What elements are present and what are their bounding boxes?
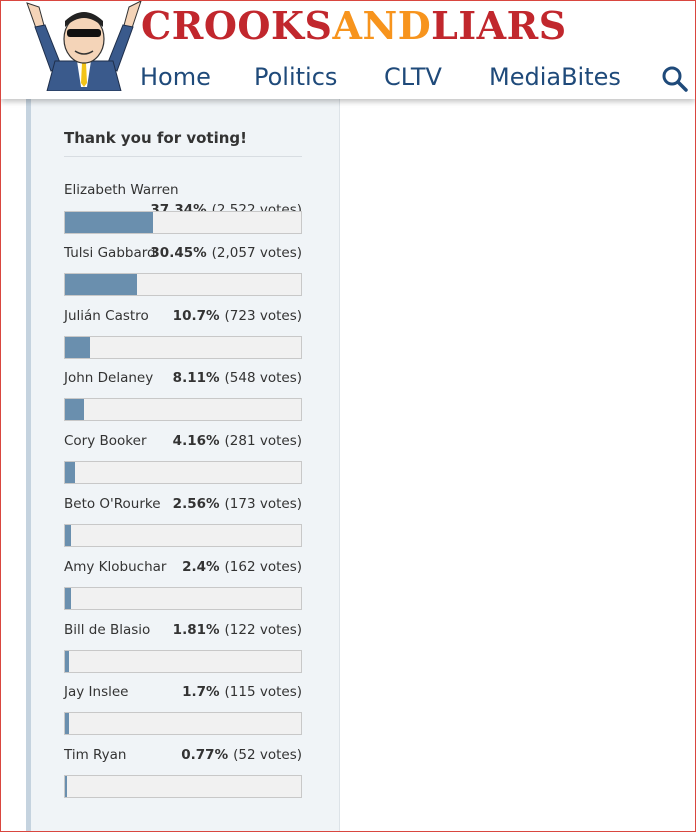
poll-answer-name: Elizabeth Warren	[64, 182, 179, 198]
nav-politics[interactable]: Politics	[254, 61, 337, 93]
poll-answer-name: Julián Castro	[64, 307, 149, 324]
poll-answer-percent: 4.16%	[172, 433, 220, 450]
logo-word-liars: LIARS	[431, 3, 567, 48]
poll-answer-bar	[64, 649, 302, 673]
poll-answer-stat: 10.7% (723 votes)	[173, 306, 302, 326]
poll-answer-name: Jay Inslee	[64, 684, 129, 701]
poll-answer-stat: 30.45% (2,057 votes)	[150, 243, 302, 263]
poll-answer-votes: (2,057 votes)	[211, 244, 302, 261]
poll-answer-name: Bill de Blasio	[64, 621, 151, 638]
poll-answer: Bill de Blasio 1.81% (122 votes)	[64, 620, 302, 683]
poll-answer: John Delaney 8.11% (548 votes)	[64, 368, 302, 431]
poll-answer-name: Amy Klobuchar	[64, 558, 167, 575]
poll-answer: Amy Klobuchar 2.4% (162 votes)	[64, 557, 302, 620]
poll-answer-row: Beto O'Rourke 2.56% (173 votes)	[64, 494, 302, 514]
poll-answer-bar	[64, 775, 302, 799]
poll-answer: Jay Inslee 1.7% (115 votes)	[64, 682, 302, 745]
poll-answer-bar-fill	[65, 524, 72, 546]
poll-answer-row: Cory Booker 4.16% (281 votes)	[64, 431, 302, 451]
poll-answer-votes: (122 votes)	[224, 621, 302, 638]
site-header: CROOKSANDLIARS Home Politics CLTV MediaB…	[1, 1, 695, 99]
poll-answer-stat: 2.56% (173 votes)	[173, 494, 302, 514]
poll-answer: Tim Ryan 0.77% (52 votes)	[64, 745, 302, 808]
poll-answer-bar	[64, 335, 302, 359]
poll-answer-percent: 10.7%	[172, 307, 220, 324]
poll-answer-bar-fill	[65, 462, 75, 484]
poll-answer: Julián Castro 10.7% (723 votes)	[64, 306, 302, 369]
poll-answer-percent: 2.4%	[182, 558, 220, 575]
poll-answer-bar	[64, 523, 302, 547]
poll-title: Thank you for voting!	[64, 128, 302, 157]
poll-answer-percent: 1.81%	[172, 621, 220, 638]
poll-answer-row: John Delaney 8.11% (548 votes)	[64, 368, 302, 388]
poll-answer-stat: 8.11% (548 votes)	[173, 368, 302, 388]
poll-answer-votes: (548 votes)	[224, 370, 302, 387]
poll-answer-bar	[64, 211, 302, 234]
poll-answer-votes: (281 votes)	[224, 433, 302, 450]
poll-answer-votes: (173 votes)	[224, 495, 302, 512]
poll-answer-bar-fill	[65, 399, 85, 421]
site-logo[interactable]: CROOKSANDLIARS	[141, 1, 567, 51]
poll-answer-stat: 2.4% (162 votes)	[182, 557, 302, 577]
logo-word-crooks: CROOKS	[141, 3, 333, 48]
poll-answer-votes: (162 votes)	[224, 558, 302, 575]
poll-answer-bar	[64, 712, 302, 736]
poll-answer-name: Tim Ryan	[64, 747, 127, 764]
poll-answer-row: Elizabeth Warren 37.34% (2,522 votes)	[64, 180, 302, 218]
poll-answer-bar	[64, 461, 302, 485]
poll-answer: Tulsi Gabbard 30.45% (2,057 votes)	[64, 243, 302, 306]
poll-answer-percent: 1.7%	[182, 684, 220, 701]
nav-home[interactable]: Home	[140, 61, 211, 93]
poll-answer-bar-fill	[65, 650, 70, 672]
poll-answer-name: Beto O'Rourke	[64, 495, 161, 512]
poll-answer-percent: 0.77%	[181, 747, 229, 764]
poll-answer-votes: (52 votes)	[233, 747, 302, 764]
mascot-logo-icon[interactable]	[25, 1, 143, 91]
poll-answer-stat: 1.81% (122 votes)	[173, 620, 302, 640]
poll-answer-bar-fill	[65, 212, 154, 233]
poll-answer-bar	[64, 586, 302, 610]
poll-answer-bar-fill	[65, 776, 68, 798]
poll-answer-bar-fill	[65, 713, 69, 735]
poll-answer-bar	[64, 272, 302, 296]
poll-answer-stat: 0.77% (52 votes)	[181, 745, 302, 765]
poll-answer: Beto O'Rourke 2.56% (173 votes)	[64, 494, 302, 557]
poll-answer-row: Bill de Blasio 1.81% (122 votes)	[64, 620, 302, 640]
poll-answer-percent: 30.45%	[150, 244, 207, 261]
poll-answer-bar-fill	[65, 336, 91, 358]
poll-answer-votes: (115 votes)	[224, 684, 302, 701]
poll-answer-bar-fill	[65, 587, 71, 609]
poll-answer-row: Julián Castro 10.7% (723 votes)	[64, 306, 302, 326]
poll-answers: Elizabeth Warren 37.34% (2,522 votes) Tulsi…	[64, 180, 302, 808]
poll-answer-bar	[64, 398, 302, 422]
poll-answer-name: Cory Booker	[64, 433, 147, 450]
poll-answer-bar-fill	[65, 273, 137, 295]
poll-answer-name: Tulsi Gabbard	[64, 244, 156, 261]
poll-answer-name: John Delaney	[64, 370, 154, 387]
nav-mediabites[interactable]: MediaBites	[489, 61, 621, 93]
poll-answer-percent: 2.56%	[172, 495, 220, 512]
poll-answer: Elizabeth Warren 37.34% (2,522 votes)	[64, 180, 302, 243]
poll-answer-row: Tim Ryan 0.77% (52 votes)	[64, 745, 302, 765]
poll-answer: Cory Booker 4.16% (281 votes)	[64, 431, 302, 494]
search-icon[interactable]	[661, 65, 689, 93]
poll-answer-row: Amy Klobuchar 2.4% (162 votes)	[64, 557, 302, 577]
logo-word-and: AND	[332, 3, 432, 48]
poll-answer-row: Tulsi Gabbard 30.45% (2,057 votes)	[64, 243, 302, 263]
poll-answer-votes: (723 votes)	[224, 307, 302, 324]
poll-answer-stat: 1.7% (115 votes)	[182, 682, 302, 702]
poll-answer-row: Jay Inslee 1.7% (115 votes)	[64, 682, 302, 702]
poll-answer-stat: 4.16% (281 votes)	[173, 431, 302, 451]
nav-cltv[interactable]: CLTV	[384, 61, 442, 93]
poll-results: Thank you for voting! Elizabeth Warren 37…	[64, 128, 302, 808]
poll-answer-percent: 8.11%	[172, 370, 220, 387]
